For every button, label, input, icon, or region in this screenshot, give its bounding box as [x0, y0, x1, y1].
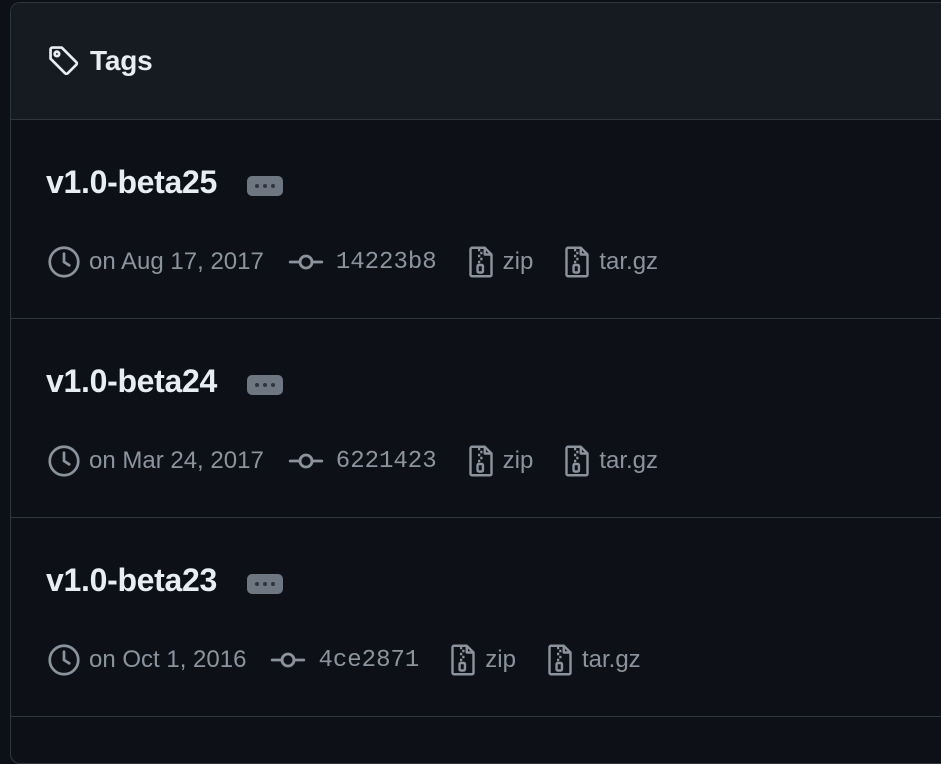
tag-icon — [47, 44, 81, 78]
tag-date: on Oct 1, 2016 — [46, 642, 246, 678]
git-commit-icon — [270, 642, 306, 678]
targz-download-link[interactable]: tar.gz — [559, 244, 658, 280]
file-zip-icon — [542, 642, 578, 678]
tags-header: Tags — [11, 3, 941, 120]
commit-sha[interactable]: 4ce2871 — [318, 647, 419, 674]
tag-name-link[interactable]: v1.0-beta25 — [46, 164, 217, 201]
git-commit-icon — [288, 443, 324, 479]
tag-date-text: on Aug 17, 2017 — [89, 248, 264, 275]
tag-date: on Mar 24, 2017 — [46, 443, 264, 479]
tag-date: on Aug 17, 2017 — [46, 244, 264, 280]
targz-label[interactable]: tar.gz — [599, 248, 658, 276]
commit-link[interactable]: 6221423 — [288, 443, 437, 479]
commit-sha[interactable]: 14223b8 — [336, 249, 437, 276]
zip-label[interactable]: zip — [503, 447, 534, 475]
zip-download-link[interactable]: zip — [463, 443, 534, 479]
file-zip-icon — [463, 244, 499, 280]
tag-row: v1.0-beta25 on Aug 17, 2017 14223b8 zip … — [11, 120, 941, 319]
targz-download-link[interactable]: tar.gz — [542, 642, 641, 678]
commit-link[interactable]: 14223b8 — [288, 244, 437, 280]
tag-row: v1.0-beta24 on Mar 24, 2017 6221423 zip … — [11, 319, 941, 518]
clock-icon — [46, 642, 82, 678]
zip-download-link[interactable]: zip — [445, 642, 516, 678]
zip-download-link[interactable]: zip — [463, 244, 534, 280]
page-title: Tags — [90, 45, 153, 76]
file-zip-icon — [445, 642, 481, 678]
targz-download-link[interactable]: tar.gz — [559, 443, 658, 479]
tag-name-link[interactable]: v1.0-beta24 — [46, 363, 217, 400]
expand-details-button[interactable] — [247, 573, 284, 594]
zip-label[interactable]: zip — [503, 248, 534, 276]
commit-link[interactable]: 4ce2871 — [270, 642, 419, 678]
tag-row: v1.0-beta23 on Oct 1, 2016 4ce2871 zip t… — [11, 518, 941, 717]
file-zip-icon — [463, 443, 499, 479]
clock-icon — [46, 244, 82, 280]
zip-label[interactable]: zip — [485, 646, 516, 674]
commit-sha[interactable]: 6221423 — [336, 448, 437, 475]
tags-panel: Tags v1.0-beta25 on Aug 17, 2017 14223b8… — [10, 2, 941, 764]
targz-label[interactable]: tar.gz — [599, 447, 658, 475]
expand-details-button[interactable] — [247, 175, 284, 196]
file-zip-icon — [559, 244, 595, 280]
tag-date-text: on Oct 1, 2016 — [89, 646, 247, 673]
git-commit-icon — [288, 244, 324, 280]
tag-name-link[interactable]: v1.0-beta23 — [46, 562, 217, 599]
tag-date-text: on Mar 24, 2017 — [89, 447, 264, 474]
file-zip-icon — [559, 443, 595, 479]
expand-details-button[interactable] — [247, 374, 284, 395]
targz-label[interactable]: tar.gz — [582, 646, 641, 674]
clock-icon — [46, 443, 82, 479]
